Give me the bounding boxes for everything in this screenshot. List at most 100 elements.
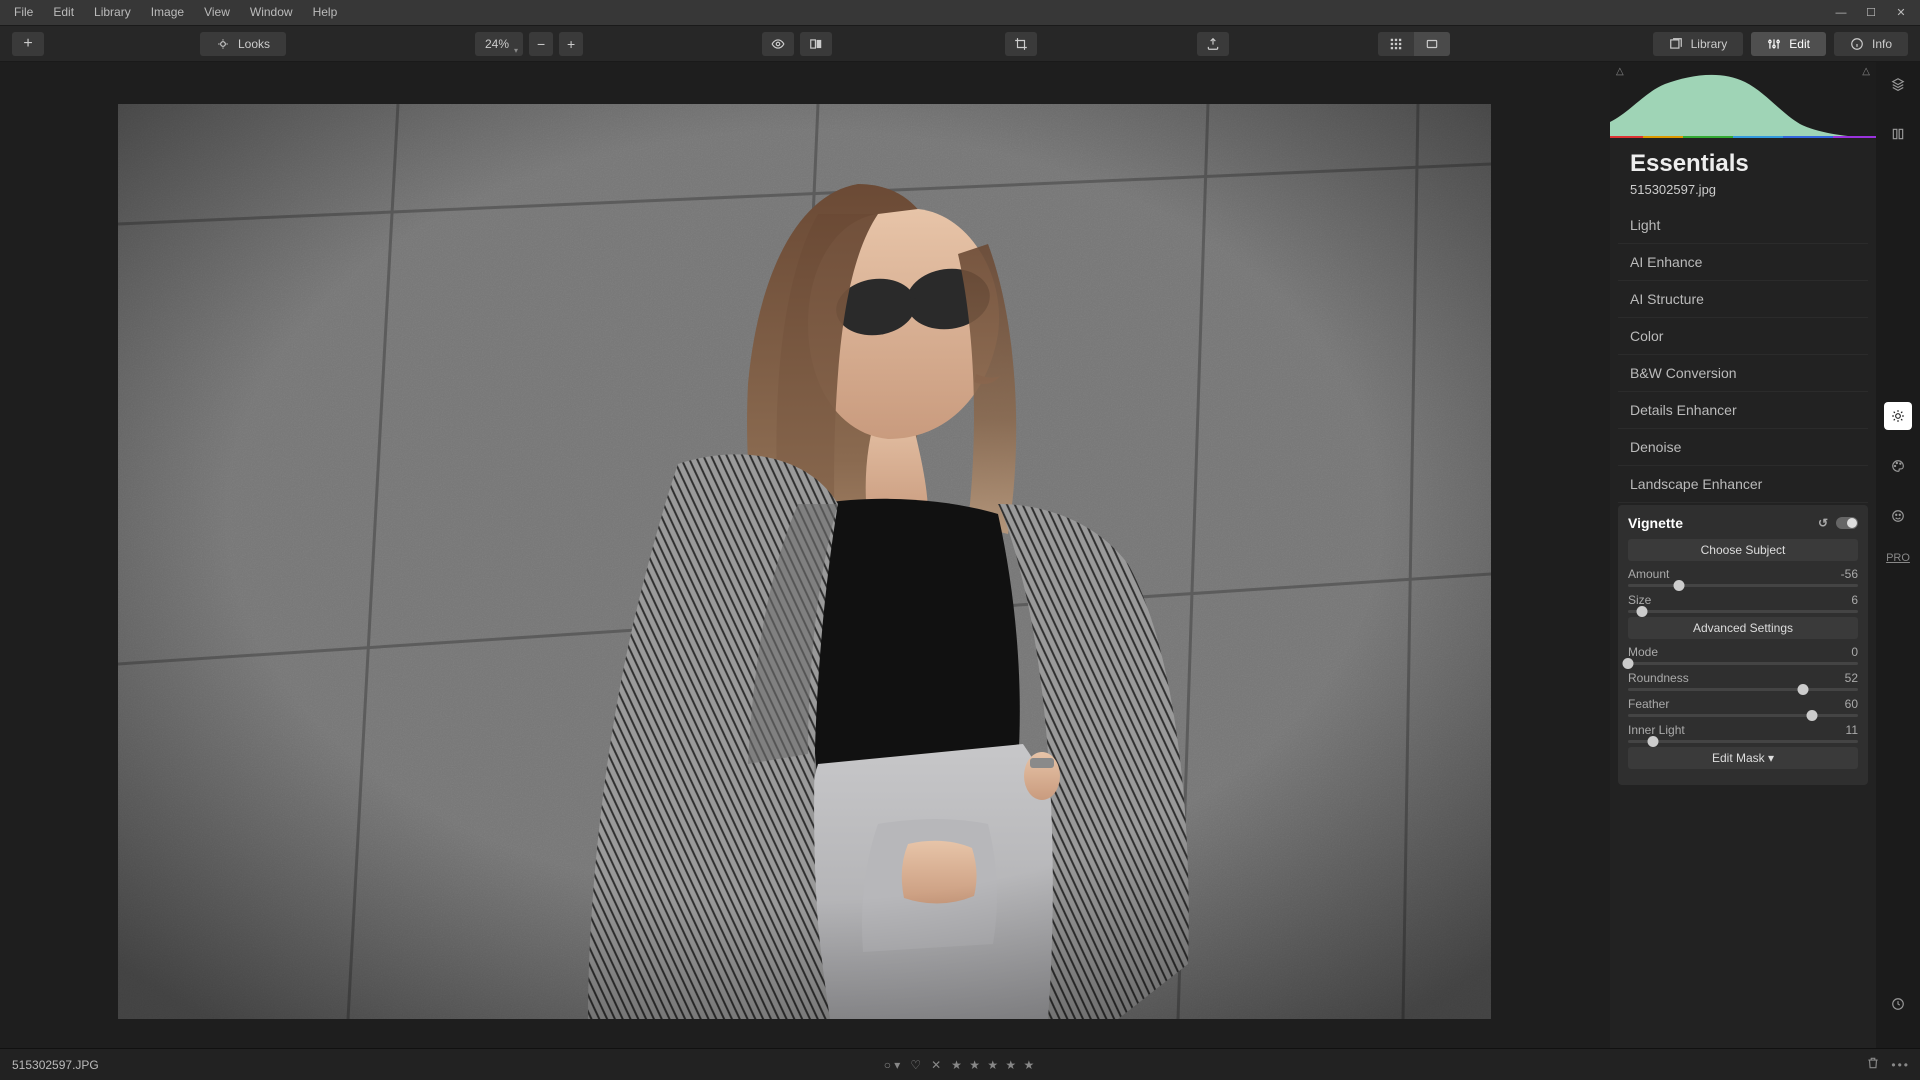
info-label: Info [1872, 37, 1892, 51]
looks-icon [216, 37, 230, 51]
export-icon [1206, 37, 1220, 51]
mode-tabs: Library Edit Info [1653, 32, 1908, 56]
window-maximize-icon[interactable]: ☐ [1856, 6, 1886, 19]
zoom-dropdown[interactable]: 24% [475, 32, 523, 56]
cat-ai-structure[interactable]: AI Structure [1618, 281, 1868, 318]
export-button[interactable] [1197, 32, 1229, 56]
creative-tool[interactable] [1884, 452, 1912, 480]
cat-light[interactable]: Light [1618, 207, 1868, 244]
preview-controls [762, 32, 832, 56]
favorite-button[interactable]: ♡ [910, 1058, 921, 1072]
more-button[interactable]: ••• [1891, 1058, 1910, 1072]
size-label: Size [1628, 593, 1651, 607]
vignette-title[interactable]: Vignette [1628, 515, 1683, 531]
looks-button[interactable]: Looks [200, 32, 286, 56]
size-value: 6 [1851, 593, 1858, 607]
compare-icon [809, 37, 823, 51]
palette-icon [1891, 459, 1905, 473]
menu-file[interactable]: File [4, 0, 43, 25]
roundness-value: 52 [1845, 671, 1858, 685]
slider-amount[interactable]: Amount-56 [1628, 567, 1858, 587]
cat-details[interactable]: Details Enhancer [1618, 392, 1868, 429]
window-minimize-icon[interactable]: — [1826, 7, 1856, 19]
rating-stars[interactable]: ★ ★ ★ ★ ★ [951, 1058, 1036, 1072]
edit-icon [1767, 37, 1781, 51]
single-icon [1425, 37, 1439, 51]
cat-denoise[interactable]: Denoise [1618, 429, 1868, 466]
library-icon [1669, 37, 1683, 51]
preview-toggle-button[interactable] [762, 32, 794, 56]
vignette-toggle[interactable] [1836, 517, 1858, 529]
menu-help[interactable]: Help [303, 0, 348, 25]
zoom-out-button[interactable]: − [529, 32, 553, 56]
grid-view-button[interactable] [1378, 32, 1414, 56]
menu-image[interactable]: Image [141, 0, 194, 25]
clip-highlights-icon[interactable]: △ [1862, 66, 1870, 77]
grid-icon [1389, 37, 1403, 51]
menu-bar: File Edit Library Image View Window Help… [0, 0, 1920, 25]
feather-label: Feather [1628, 697, 1669, 711]
edit-tab[interactable]: Edit [1751, 32, 1826, 56]
category-list: Light AI Enhance AI Structure Color B&W … [1610, 207, 1876, 1048]
compare-button[interactable] [800, 32, 832, 56]
portrait-tool[interactable] [1884, 502, 1912, 530]
slider-mode[interactable]: Mode 0 [1628, 645, 1858, 665]
edit-mask-button[interactable]: Edit Mask ▾ [1628, 747, 1858, 769]
reject-button[interactable]: ✕ [931, 1058, 941, 1072]
edit-label: Edit [1789, 37, 1810, 51]
pro-button[interactable]: PRO [1886, 552, 1910, 564]
menu-view[interactable]: View [194, 0, 240, 25]
vignette-reset-button[interactable]: ↺ [1818, 516, 1828, 530]
cat-vignette: Vignette ↺ Choose Subject Amount-56 Size… [1618, 505, 1868, 785]
single-view-button[interactable] [1414, 32, 1450, 56]
feather-value: 60 [1845, 697, 1858, 711]
sun-icon [1891, 409, 1905, 423]
mode-label: Mode [1628, 645, 1658, 659]
image-canvas[interactable] [0, 62, 1610, 1048]
mode-value: 0 [1851, 645, 1858, 659]
slider-feather[interactable]: Feather 60 [1628, 697, 1858, 717]
innerlight-label: Inner Light [1628, 723, 1685, 737]
menu-edit[interactable]: Edit [43, 0, 84, 25]
cat-landscape[interactable]: Landscape Enhancer [1618, 466, 1868, 503]
vertical-tools: PRO [1876, 62, 1920, 1048]
cat-color[interactable]: Color [1618, 318, 1868, 355]
main-area: △ △ Essentials 515302597.jpg Light AI En… [0, 62, 1920, 1048]
menu-window[interactable]: Window [240, 0, 303, 25]
crop-icon [1014, 37, 1028, 51]
histogram[interactable]: △ △ [1610, 62, 1876, 138]
zoom-in-button[interactable]: + [559, 32, 583, 56]
essentials-tool[interactable] [1884, 402, 1912, 430]
toolbar: + Looks 24% − + Library [0, 25, 1920, 62]
panel-title: Essentials [1610, 138, 1876, 182]
slider-inner-light[interactable]: Inner Light 11 [1628, 723, 1858, 743]
innerlight-value: 11 [1846, 723, 1858, 737]
choose-subject-button[interactable]: Choose Subject [1628, 539, 1858, 561]
amount-value: -56 [1841, 567, 1858, 581]
slider-roundness[interactable]: Roundness52 [1628, 671, 1858, 691]
layers-icon [1891, 77, 1905, 91]
zoom-controls: 24% − + [475, 32, 583, 56]
clip-shadows-icon[interactable]: △ [1616, 66, 1624, 77]
add-image-button[interactable]: + [12, 32, 44, 56]
looks-label: Looks [238, 37, 270, 51]
history-button[interactable] [1884, 990, 1912, 1018]
advanced-settings-button[interactable]: Advanced Settings [1628, 617, 1858, 639]
color-tag-button[interactable]: ○ ▾ [884, 1058, 901, 1072]
face-icon [1891, 509, 1905, 523]
slider-size[interactable]: Size 6 [1628, 593, 1858, 613]
delete-button[interactable] [1866, 1056, 1880, 1073]
info-tab[interactable]: Info [1834, 32, 1908, 56]
crop-button[interactable] [1005, 32, 1037, 56]
cat-ai-enhance[interactable]: AI Enhance [1618, 244, 1868, 281]
cat-bw[interactable]: B&W Conversion [1618, 355, 1868, 392]
canvas-button[interactable] [1884, 120, 1912, 148]
window-close-icon[interactable]: ✕ [1886, 6, 1916, 19]
info-icon [1850, 37, 1864, 51]
view-mode-group [1378, 32, 1450, 56]
library-label: Library [1691, 37, 1728, 51]
library-tab[interactable]: Library [1653, 32, 1744, 56]
layers-button[interactable] [1884, 70, 1912, 98]
menu-library[interactable]: Library [84, 0, 141, 25]
eye-icon [771, 37, 785, 51]
